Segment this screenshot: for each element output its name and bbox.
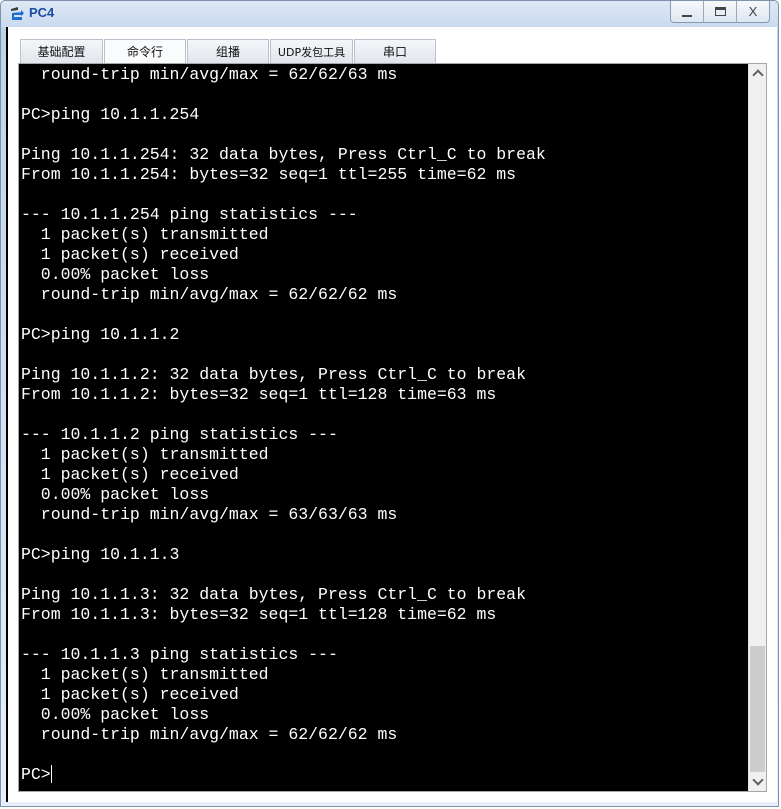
vertical-scrollbar[interactable]: [748, 64, 766, 791]
tab-label: 组播: [215, 45, 240, 59]
tab-serial[interactable]: 串口: [354, 39, 436, 63]
terminal-line: round-trip min/avg/max = 62/62/62 ms: [21, 285, 398, 304]
terminal-line: 1 packet(s) transmitted: [21, 665, 269, 684]
terminal-line: round-trip min/avg/max = 63/63/63 ms: [21, 505, 398, 524]
terminal-frame: round-trip min/avg/max = 62/62/63 ms PC>p…: [18, 63, 767, 792]
terminal-console[interactable]: round-trip min/avg/max = 62/62/63 ms PC>p…: [19, 64, 748, 791]
terminal-line: Ping 10.1.1.254: 32 data bytes, Press Ct…: [21, 145, 546, 164]
terminal-line: From 10.1.1.254: bytes=32 seq=1 ttl=255 …: [21, 165, 517, 184]
window-controls: X: [670, 1, 770, 23]
minimize-button[interactable]: [671, 1, 703, 22]
tab-udp-tool[interactable]: UDP发包工具: [270, 39, 353, 63]
tab-basic-config[interactable]: 基础配置: [20, 39, 103, 63]
app-window: PC4 X 基础配置 命令行 组播 UDP发包工具 串口 round-trip …: [0, 0, 779, 807]
scroll-up-button[interactable]: [749, 64, 766, 82]
terminal-line: 0.00% packet loss: [21, 265, 210, 284]
text-cursor: [50, 765, 52, 783]
terminal-line: --- 10.1.1.3 ping statistics ---: [21, 645, 338, 664]
tab-label: UDP发包工具: [277, 45, 346, 59]
terminal-line: round-trip min/avg/max = 62/62/62 ms: [21, 725, 398, 744]
terminal-line: 1 packet(s) received: [21, 245, 239, 264]
close-button[interactable]: X: [736, 1, 769, 22]
command-prompt: PC>: [21, 765, 51, 784]
tab-label: 串口: [382, 45, 407, 59]
terminal-line: 1 packet(s) transmitted: [21, 445, 269, 464]
tab-bar: 基础配置 命令行 组播 UDP发包工具 串口: [20, 39, 437, 63]
terminal-line: Ping 10.1.1.3: 32 data bytes, Press Ctrl…: [21, 585, 526, 604]
minimize-icon: [682, 14, 692, 17]
terminal-line: --- 10.1.1.2 ping statistics ---: [21, 425, 338, 444]
maximize-button[interactable]: [703, 1, 736, 22]
tab-label: 命令行: [126, 45, 163, 59]
scroll-down-button[interactable]: [749, 773, 766, 791]
tab-label: 基础配置: [37, 45, 86, 59]
terminal-line: PC>ping 10.1.1.3: [21, 545, 180, 564]
terminal-output: round-trip min/avg/max = 62/62/63 ms PC>p…: [19, 65, 546, 785]
terminal-line: Ping 10.1.1.2: 32 data bytes, Press Ctrl…: [21, 365, 526, 384]
terminal-line: 1 packet(s) received: [21, 685, 239, 704]
window-title: PC4: [29, 5, 55, 20]
network-device-icon: [9, 5, 25, 23]
terminal-line: PC>ping 10.1.1.254: [21, 105, 200, 124]
terminal-line: 1 packet(s) received: [21, 465, 239, 484]
tab-command-line[interactable]: 命令行: [104, 39, 186, 63]
chevron-up-icon: [751, 69, 764, 81]
title-bar[interactable]: PC4 X: [1, 1, 778, 27]
terminal-line: 0.00% packet loss: [21, 485, 210, 504]
terminal-line: 0.00% packet loss: [21, 705, 210, 724]
terminal-line: From 10.1.1.2: bytes=32 seq=1 ttl=128 ti…: [21, 385, 497, 404]
terminal-line: 1 packet(s) transmitted: [21, 225, 269, 244]
terminal-line: PC>ping 10.1.1.2: [21, 325, 180, 344]
close-icon: X: [748, 4, 758, 19]
terminal-line: --- 10.1.1.254 ping statistics ---: [21, 205, 358, 224]
chevron-down-icon: [751, 774, 764, 786]
command-prompt-line[interactable]: PC>: [21, 765, 546, 785]
tab-multicast[interactable]: 组播: [187, 39, 269, 63]
scrollbar-thumb[interactable]: [750, 646, 765, 772]
terminal-line: round-trip min/avg/max = 62/62/63 ms: [21, 65, 398, 84]
maximize-icon: [714, 7, 726, 16]
terminal-line: From 10.1.1.3: bytes=32 seq=1 ttl=128 ti…: [21, 605, 497, 624]
